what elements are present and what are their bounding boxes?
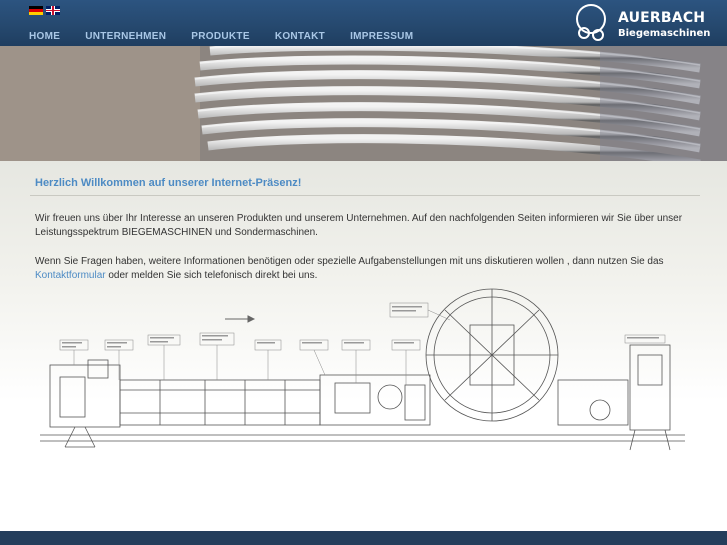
machine-drawing-image xyxy=(40,288,685,451)
contact-paragraph: Wenn Sie Fragen haben, weitere Informati… xyxy=(35,255,695,283)
nav-home[interactable]: HOME xyxy=(29,31,60,42)
contact-text-after: oder melden Sie sich telefonisch direkt … xyxy=(105,270,318,281)
nav-impressum[interactable]: IMPRESSUM xyxy=(350,31,413,42)
nav-unternehmen[interactable]: UNTERNEHMEN xyxy=(85,31,166,42)
logo-rings-icon xyxy=(576,4,606,41)
intro-paragraph: Wir freuen uns über Ihr Interesse an uns… xyxy=(35,213,683,238)
logo-tagline: Biegemaschinen xyxy=(618,28,711,39)
hero-banner-image xyxy=(0,46,727,161)
header-bar: HOME UNTERNEHMEN PRODUKTE KONTAKT IMPRES… xyxy=(0,0,727,46)
logo-name: AUERBACH xyxy=(618,10,706,26)
divider xyxy=(30,195,700,196)
contact-form-link[interactable]: Kontaktformular xyxy=(35,270,106,281)
nav-kontakt[interactable]: KONTAKT xyxy=(275,31,325,42)
footer-bar xyxy=(0,531,727,545)
flag-de-icon[interactable] xyxy=(29,6,43,15)
contact-text-before: Wenn Sie Fragen haben, weitere Informati… xyxy=(35,256,664,267)
language-switcher xyxy=(29,6,60,15)
main-content: Herzlich Willkommen auf unserer Internet… xyxy=(0,161,727,531)
company-logo[interactable]: AUERBACH Biegemaschinen xyxy=(574,2,714,44)
nav-produkte[interactable]: PRODUKTE xyxy=(191,31,250,42)
flag-en-icon[interactable] xyxy=(46,6,60,15)
main-nav: HOME UNTERNEHMEN PRODUKTE KONTAKT IMPRES… xyxy=(29,31,438,42)
page-title: Herzlich Willkommen auf unserer Internet… xyxy=(35,177,302,189)
